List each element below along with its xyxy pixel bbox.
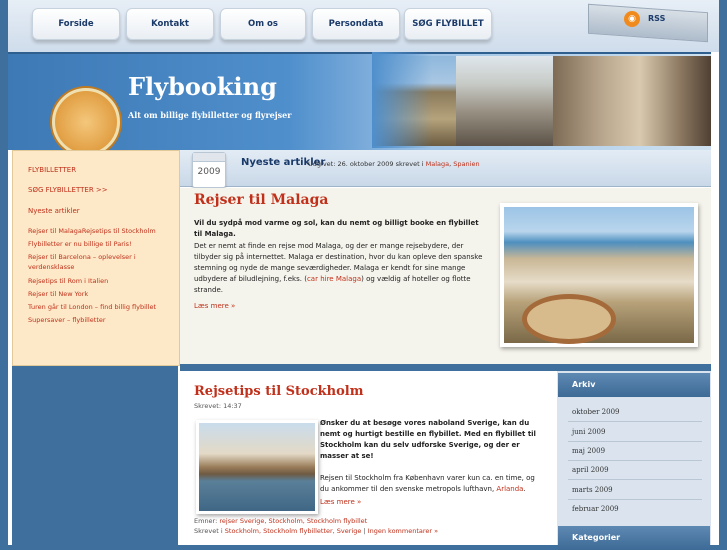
category-link-malaga[interactable]: Malaga: [426, 160, 450, 168]
site-subtitle: Alt om billige flybilletter og flyrejser: [128, 110, 292, 120]
post-malaga-read-more[interactable]: Læs mere »: [194, 302, 235, 310]
bullring-shape: [522, 294, 616, 344]
post-stockholm-time: Skrevet: 14:37: [194, 402, 242, 410]
archive-link-oktober-2009[interactable]: oktober 2009: [572, 408, 620, 416]
section-divider: [180, 364, 711, 371]
archive-divider: [568, 460, 702, 461]
post-malaga-body: Det er nemt at finde en rejse mod Malaga…: [194, 241, 488, 296]
sidebar-link-barcelona[interactable]: Rejser til Barcelona – oplevelser i: [28, 253, 136, 261]
archive-link-april-2009[interactable]: april 2009: [572, 466, 609, 474]
rss-label[interactable]: RSS: [648, 14, 665, 23]
post-malaga-title[interactable]: Rejser til Malaga: [194, 192, 328, 208]
sidebar-link-rom[interactable]: Rejsetips til Rom i Italien: [28, 277, 108, 285]
sidebar-link-london[interactable]: Turen går til London – find billig flybi…: [28, 303, 156, 311]
written-prefix: Skrevet i: [194, 527, 223, 535]
link-arlanda[interactable]: Arlanda: [496, 485, 523, 493]
nav-persondata[interactable]: Persondata: [312, 8, 400, 40]
archive-link-maj-2009[interactable]: maj 2009: [572, 447, 605, 455]
left-sidebar-lower: [12, 366, 178, 545]
sidebar-link-paris[interactable]: Flybilletter er nu billige til Paris!: [28, 240, 132, 248]
archive-divider: [568, 479, 702, 480]
calendar-rings-icon: [193, 153, 225, 162]
post-stockholm-body-b: .: [523, 485, 526, 493]
date-badge: 2009: [192, 152, 226, 188]
archive-heading: Arkiv: [558, 373, 710, 397]
newest-articles-bar: [180, 150, 711, 187]
date-badge-year: 2009: [197, 167, 221, 177]
comments-link[interactable]: Ingen kommentarer »: [368, 527, 438, 535]
post-stockholm-body: Rejsen til Stockholm fra København varer…: [320, 473, 542, 495]
archive-link-februar-2009[interactable]: februar 2009: [572, 505, 619, 513]
nav-forside[interactable]: Forside: [32, 8, 120, 40]
categories-heading: Kategorier: [558, 526, 710, 550]
tags-links[interactable]: rejser Sverige, Stockholm, Stockholm fly…: [219, 517, 367, 525]
category-link-spanien[interactable]: Spanien: [453, 160, 479, 168]
sidebar-link-malaga-stockholm[interactable]: Rejser til MalagaRejsetips til Stockholm: [28, 227, 156, 235]
post-stockholm-image[interactable]: [196, 420, 318, 514]
header-photo-plaza: [553, 56, 711, 146]
nav-kontakt[interactable]: Kontakt: [126, 8, 214, 40]
post-stockholm-read-more[interactable]: Læs mere »: [320, 498, 361, 506]
tags-prefix: Emner:: [194, 517, 218, 525]
post-stockholm-title[interactable]: Rejsetips til Stockholm: [194, 384, 363, 399]
nav-soeg-flybillet[interactable]: SØG FLYBILLET: [404, 8, 492, 40]
header-photo-building: [456, 56, 556, 146]
site-title[interactable]: Flybooking: [128, 72, 277, 101]
meta-published: Udgivet: 26. oktober 2009 skrevet i: [308, 160, 424, 168]
compass-logo-icon: [52, 88, 120, 156]
rss-icon[interactable]: ◉: [624, 11, 640, 27]
newest-articles-meta: Udgivet: 26. oktober 2009 skrevet i Mala…: [308, 160, 480, 168]
sidebar-link-soeg-flybilletter[interactable]: SØG FLYBILLETTER >>: [28, 186, 108, 194]
nav-om-os[interactable]: Om os: [220, 8, 306, 40]
archive-divider: [568, 421, 702, 422]
right-sidebar: [557, 371, 711, 545]
archive-divider: [568, 499, 702, 500]
sidebar-link-barcelona-2[interactable]: verdensklasse: [28, 263, 74, 271]
meta-sep: ,: [449, 160, 452, 168]
archive-link-marts-2009[interactable]: marts 2009: [572, 486, 613, 494]
sidebar-heading-flybilletter[interactable]: FLYBILLETTER: [28, 166, 76, 174]
sidebar-link-supersaver[interactable]: Supersaver – flybilletter: [28, 316, 106, 324]
archive-divider: [568, 441, 702, 442]
post-stockholm-tags: Emner: rejser Sverige, Stockholm, Stockh…: [194, 517, 439, 535]
sidebar-heading-nyeste: Nyeste artikler: [28, 207, 80, 215]
archive-link-juni-2009[interactable]: juni 2009: [572, 428, 605, 436]
link-car-hire-malaga[interactable]: car hire Malaga: [307, 275, 361, 283]
post-malaga-lead: Vil du sydpå mod varme og sol, kan du ne…: [194, 219, 479, 238]
post-stockholm-lead: Ønsker du at besøge vores naboland Sveri…: [320, 419, 536, 460]
written-category-links[interactable]: Stockholm, Stockholm flybilletter, Sveri…: [225, 527, 362, 535]
header-photo-fade: [372, 52, 432, 148]
sidebar-link-new-york[interactable]: Rejser til New York: [28, 290, 88, 298]
